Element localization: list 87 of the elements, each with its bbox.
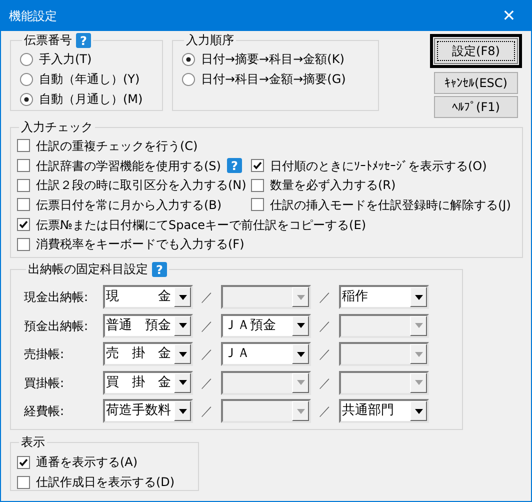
group-title: 表示 (21, 435, 45, 450)
checkbox-label: 伝票日付を常に月から入力する(B) (36, 196, 222, 214)
dropdown[interactable]: 買 掛 金 (103, 370, 193, 394)
caret-icon[interactable] (178, 380, 186, 385)
separator: ／ (318, 374, 332, 392)
checkbox[interactable] (17, 159, 30, 172)
checkbox[interactable] (251, 198, 264, 212)
caret-icon[interactable] (414, 408, 422, 414)
checkbox-label: 数量を必ず入力する(R) (270, 177, 396, 194)
checkbox-label: 仕訳辞書の学習機能を使用する(S) (36, 158, 221, 175)
dropdown[interactable]: ＪＡ (221, 342, 311, 366)
dropdown-value: 荷造手数料 (105, 402, 172, 420)
separator: ／ (200, 403, 214, 420)
row-label: 売掛帳: (24, 346, 66, 363)
checkbox-label: 通番を表示する(A) (36, 454, 138, 471)
dropdown[interactable]: ＪＡ預金 (221, 314, 311, 338)
caret-icon[interactable] (178, 294, 186, 300)
checkbox[interactable] (17, 198, 30, 212)
checkbox[interactable] (17, 476, 30, 488)
checkbox-label: 消費税率をキーボードでも入力する(F) (36, 236, 244, 254)
dropdown-value: ＪＡ (223, 345, 251, 363)
dropdown[interactable]: 普通 預金 (103, 314, 193, 338)
dropdown-value: 稲作 (341, 288, 369, 306)
help-icon[interactable]: ? (152, 262, 167, 277)
row-label: 現金出納帳: (24, 289, 90, 306)
separator: ／ (200, 318, 214, 334)
caret-icon[interactable] (178, 323, 186, 328)
checkbox-label: 伝票№または日付欄にてSpaceキーで前仕訳をコピーする(E) (36, 216, 366, 234)
radio-label: 自動（年通し）(Y) (39, 71, 140, 88)
checkbox-label: 仕訳２段の時に取引区分を入力する(N) (36, 177, 246, 194)
separator: ／ (318, 318, 332, 334)
caret-icon[interactable] (414, 294, 422, 300)
dropdown[interactable]: 売 掛 金 (103, 342, 193, 366)
dropdown-value: 売 掛 金 (105, 345, 172, 363)
checkbox-label: 仕訳の重複チェックを行う(C) (36, 138, 198, 155)
radio-label: 手入力(T) (39, 51, 92, 68)
row-label: 預金出納帳: (24, 318, 90, 334)
close-button[interactable]: ✕ (487, 1, 531, 31)
checkbox[interactable] (17, 139, 30, 152)
dropdown[interactable]: 共通部門 (339, 399, 429, 423)
dropdown-value: 現 金 (105, 288, 172, 306)
radio-icon[interactable] (182, 72, 195, 86)
row-label: 経費帳: (24, 403, 66, 420)
group-title: 出納帳の固定科目設定 (28, 262, 148, 277)
dropdown[interactable]: 稲作 (339, 285, 429, 309)
dropdown[interactable]: 現 金 (103, 285, 193, 309)
caret-icon[interactable] (296, 352, 304, 356)
radio-label: 自動（月通し）(M) (39, 91, 143, 108)
checkbox-label: 仕訳の挿入モードを仕訳登録時に解除する(J) (270, 196, 511, 214)
dropdown[interactable]: 荷造手数料 (103, 399, 193, 423)
caret-icon[interactable] (178, 352, 186, 356)
separator: ／ (200, 289, 214, 306)
separator: ／ (200, 374, 214, 392)
checkbox[interactable] (17, 178, 30, 192)
dialog-button[interactable]: ﾍﾙﾌﾟ(F1) (434, 96, 518, 118)
radio-icon[interactable] (20, 52, 33, 66)
window-title: 機能設定 (9, 8, 57, 25)
default-button[interactable]: 設定(F8) (434, 38, 518, 64)
dialog-button[interactable]: ｷｬﾝｾﾙ(ESC) (434, 72, 518, 94)
caret-icon[interactable] (178, 408, 186, 414)
help-icon[interactable]: ? (76, 33, 91, 48)
checkbox-label: 日付順のときにｿｰﾄﾒｯｾｰｼﾞを表示する(O) (270, 158, 487, 175)
dropdown-value: 買 掛 金 (105, 374, 172, 392)
group-title: 入力順序 (186, 33, 234, 48)
checkbox[interactable] (17, 456, 30, 468)
dropdown-value: 共通部門 (341, 402, 395, 420)
checkbox[interactable] (17, 238, 30, 251)
separator: ／ (318, 403, 332, 420)
row-label: 買掛帳: (24, 374, 66, 392)
checkbox[interactable] (17, 218, 30, 232)
dropdown-value: ＪＡ預金 (223, 316, 277, 334)
help-icon[interactable]: ? (226, 158, 242, 174)
radio-selected-icon[interactable] (182, 52, 195, 66)
group-title: 伝票番号 (24, 33, 72, 48)
separator: ／ (200, 346, 214, 363)
caret-icon[interactable] (296, 323, 304, 328)
group-title: 入力チェック (21, 120, 93, 135)
radio-label: 日付→科目→金額→摘要(G) (201, 71, 346, 88)
dropdown-value: 普通 預金 (105, 316, 172, 334)
checkbox[interactable] (251, 159, 264, 172)
radio-selected-icon[interactable] (20, 92, 33, 106)
separator: ／ (318, 289, 332, 306)
checkbox-label: 仕訳作成日を表示する(D) (36, 474, 175, 491)
separator: ／ (318, 346, 332, 363)
radio-label: 日付→摘要→科目→金額(K) (201, 51, 344, 68)
checkbox[interactable] (251, 178, 264, 192)
radio-icon[interactable] (20, 72, 33, 86)
